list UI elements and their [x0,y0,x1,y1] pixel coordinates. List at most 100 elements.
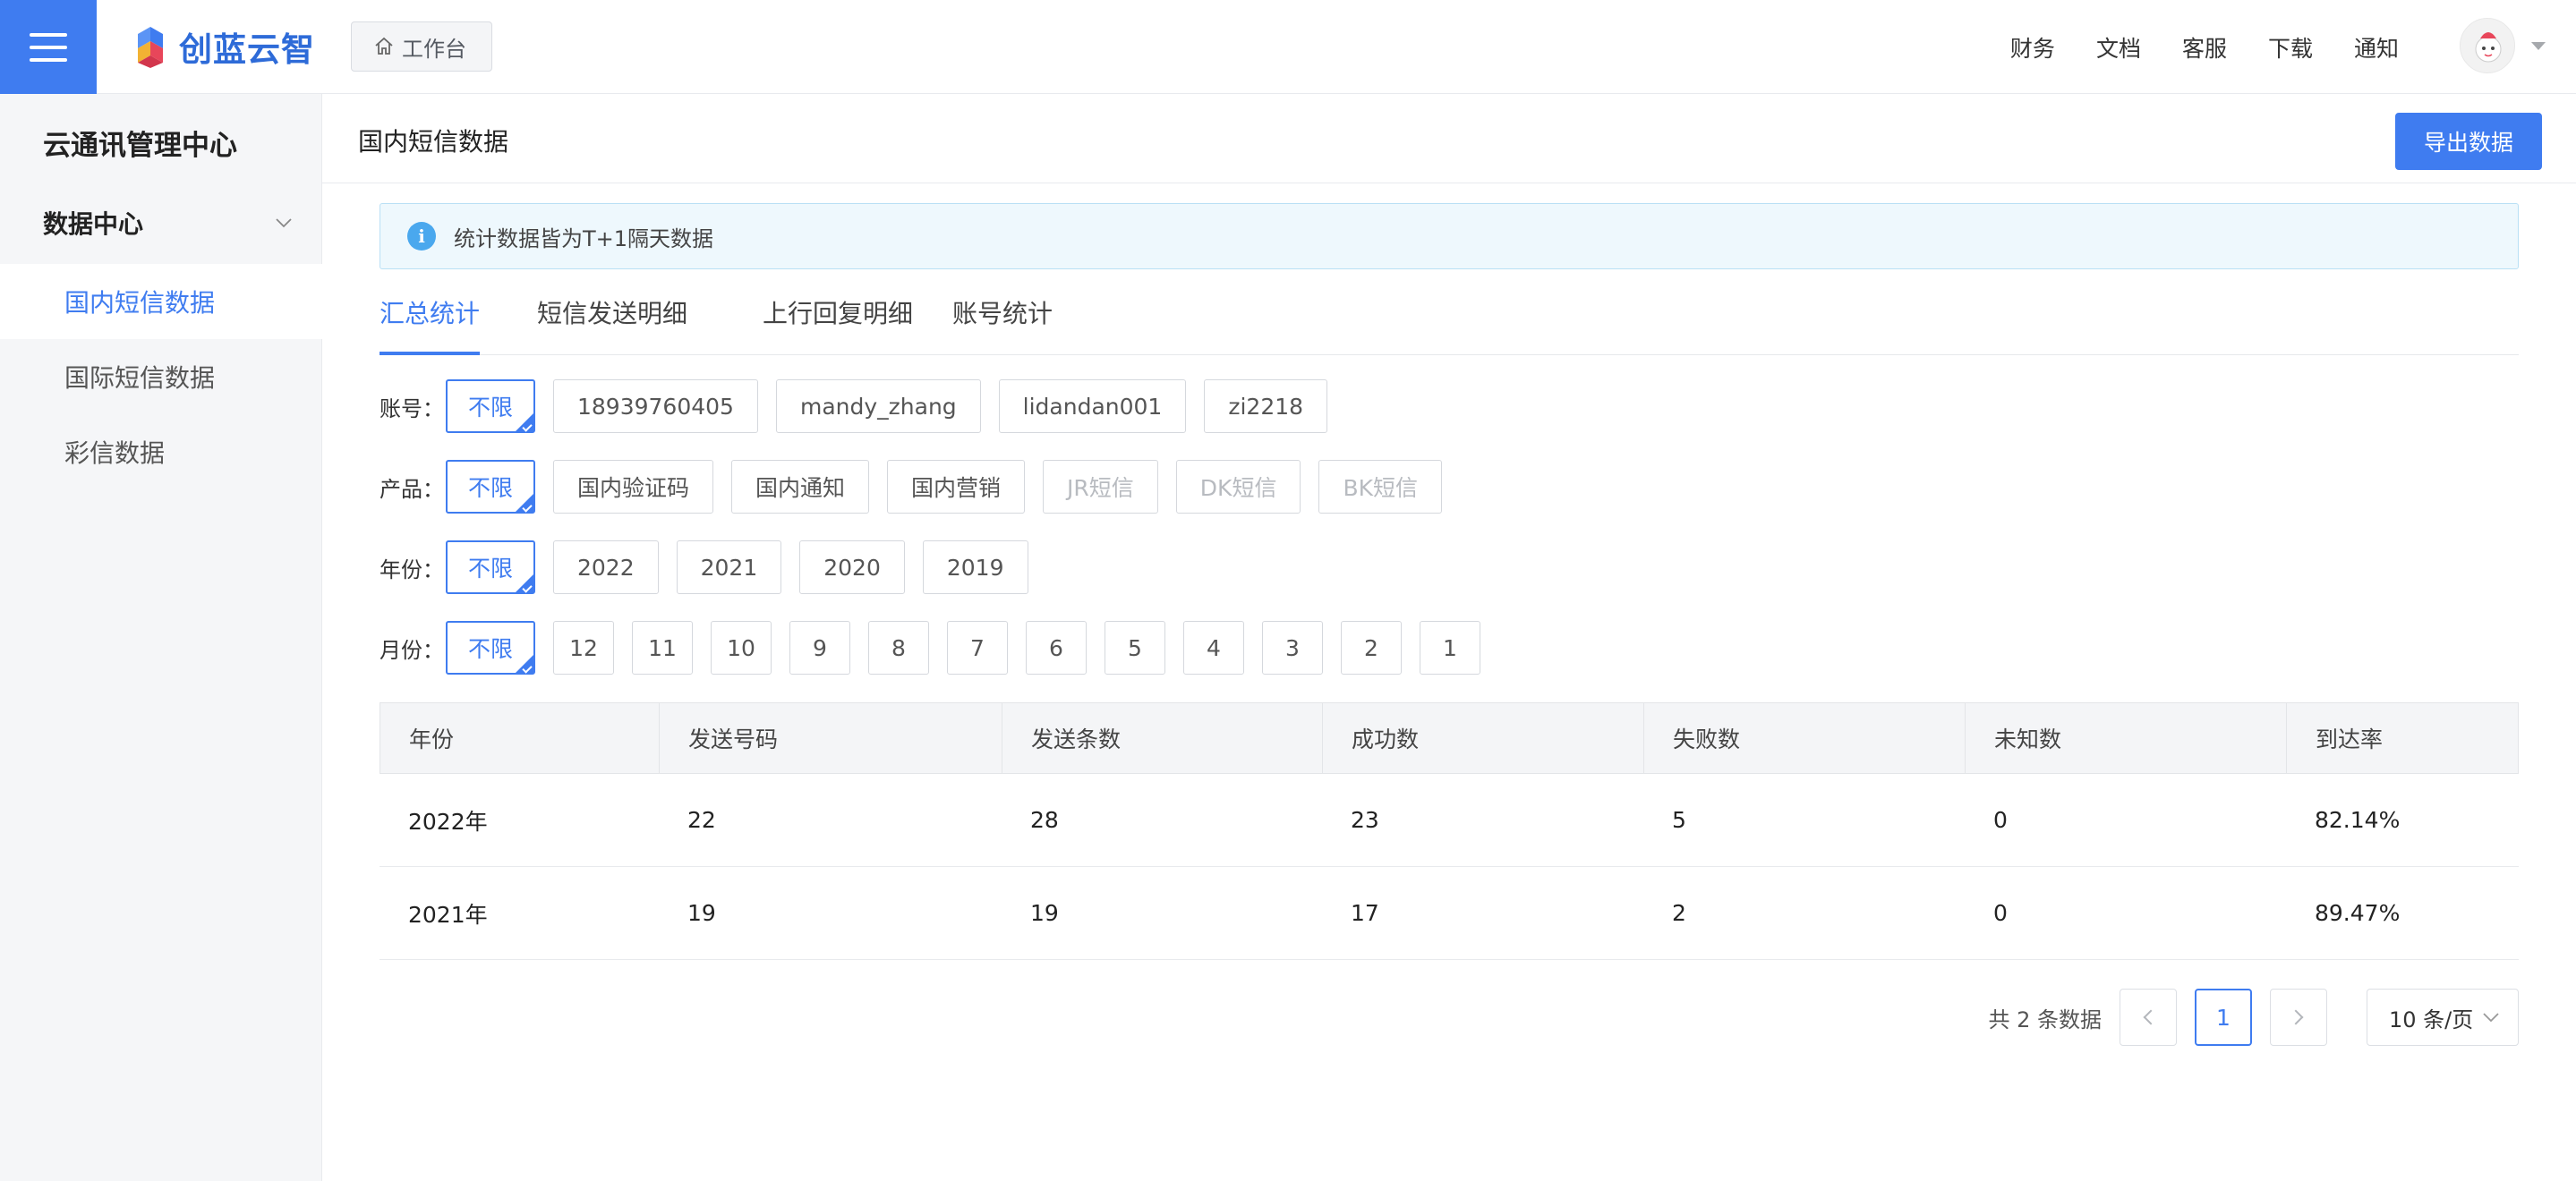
filter-option[interactable]: mandy_zhang [775,379,981,433]
table-cell: 2 [1672,900,1686,926]
table-cell: 23 [1351,807,1379,833]
nav-download-link[interactable]: 下载 [2268,31,2313,64]
table-cell: 5 [1672,807,1686,833]
main-content: i 统计数据皆为T+1隔天数据 汇总统计 短信发送明细 上行回复明细 账号统计 … [322,183,2576,1181]
column-header: 发送号码 [660,703,1002,773]
nav-notice-link[interactable]: 通知 [2354,31,2399,64]
filter-option[interactable]: 4 [1183,621,1244,675]
column-header: 未知数 [1966,703,2287,773]
table-cell: 19 [1030,900,1059,926]
column-header: 到达率 [2316,726,2384,752]
brand-logo[interactable]: 创蓝云智 [127,20,315,73]
filter-option[interactable]: 9 [789,621,850,675]
filter-option[interactable]: 5 [1105,621,1165,675]
filter-option-any[interactable]: 不限 [446,540,535,594]
filter-option[interactable]: 1 [1420,621,1480,675]
table-row: 2022年 22 28 23 5 0 82.14% [380,774,2519,867]
next-page-button[interactable] [2270,989,2327,1046]
table-cell: 0 [1993,807,2008,833]
sidebar: 云通讯管理中心 数据中心 国内短信数据 国际短信数据 彩信数据 [0,94,322,1181]
filter-option[interactable]: 3 [1262,621,1323,675]
filter-option[interactable]: 国内验证码 [553,460,714,514]
table-cell: 2021年 [408,901,488,928]
filter-account: 账号： 不限 18939760405 mandy_zhang lidandan0… [380,379,1345,433]
filter-option-any[interactable]: 不限 [446,379,535,433]
filter-option-any[interactable]: 不限 [446,460,535,514]
filter-option[interactable]: 2021 [676,540,782,594]
filter-label: 年份： [380,557,444,582]
top-header: 创蓝云智 工作台 财务 文档 客服 下载 通知 [0,0,2576,94]
menu-toggle-button[interactable] [0,0,97,94]
filter-option[interactable]: 2020 [799,540,905,594]
table-cell: 22 [687,807,716,833]
sidebar-item-domestic-sms[interactable]: 国内短信数据 [0,264,322,339]
sidebar-group-data-center[interactable]: 数据中心 [43,205,294,241]
filter-option[interactable]: 国内营销 [887,460,1026,514]
chevron-down-icon [276,218,292,228]
filter-option[interactable]: 7 [947,621,1008,675]
table-cell: 89.47% [2315,900,2401,926]
home-icon [375,37,393,55]
chevron-down-icon [2483,1013,2499,1023]
workbench-label: 工作台 [402,36,466,62]
filter-option[interactable]: 8 [868,621,929,675]
table-cell: 19 [687,900,716,926]
page-number-button[interactable]: 1 [2195,989,2252,1046]
sidebar-item-label: 国内短信数据 [64,288,216,318]
export-data-button[interactable]: 导出数据 [2394,113,2542,170]
filter-option-disabled: DK短信 [1175,460,1301,514]
logo-mark-icon [127,23,174,70]
table-cell: 28 [1030,807,1059,833]
filter-option[interactable]: 12 [553,621,614,675]
pagination: 共 2 条数据 1 10 条/页 [1988,989,2519,1046]
top-nav: 财务 文档 客服 下载 通知 [2010,0,2399,94]
chevron-right-icon [2288,1009,2304,1025]
sidebar-title: 云通讯管理中心 [43,130,237,162]
page-size-select[interactable]: 10 条/页 [2367,989,2519,1046]
summary-table: 年份 发送号码 发送条数 成功数 失败数 未知数 到达率 2022年 22 28… [380,702,2519,960]
filter-option[interactable]: 2022 [553,540,659,594]
filter-option[interactable]: 18939760405 [553,379,758,433]
column-header: 发送条数 [1002,703,1323,773]
user-menu[interactable] [2460,18,2546,73]
table-cell: 2022年 [408,808,488,835]
filter-option[interactable]: 10 [711,621,772,675]
sidebar-item-international-sms[interactable]: 国际短信数据 [0,339,322,414]
tab-account-stats[interactable]: 账号统计 [952,287,1053,355]
nav-finance-link[interactable]: 财务 [2010,31,2055,64]
filter-month: 月份： 不限 12 11 10 9 8 7 6 5 4 3 2 1 [380,621,1498,675]
table-cell: 82.14% [2315,807,2401,833]
filter-option[interactable]: 国内通知 [731,460,870,514]
hamburger-icon [30,32,67,62]
filter-option[interactable]: 2019 [922,540,1028,594]
chevron-down-icon[interactable] [2531,41,2546,50]
filter-option[interactable]: 2 [1341,621,1402,675]
info-notice: i 统计数据皆为T+1隔天数据 [380,203,2519,269]
sidebar-item-mms[interactable]: 彩信数据 [0,414,322,489]
avatar[interactable] [2460,18,2515,73]
tab-reply-details[interactable]: 上行回复明细 [763,287,913,355]
tab-summary[interactable]: 汇总统计 [380,287,480,355]
filter-label: 月份： [380,637,444,663]
filter-label: 产品： [380,476,444,502]
tab-sms-send-details[interactable]: 短信发送明细 [537,287,687,355]
sidebar-item-label: 国际短信数据 [64,363,216,393]
nav-support-link[interactable]: 客服 [2182,31,2227,64]
filter-option[interactable]: 11 [632,621,693,675]
table-cell: 0 [1993,900,2008,926]
filter-option-any[interactable]: 不限 [446,621,535,675]
table-row: 2021年 19 19 17 2 0 89.47% [380,867,2519,960]
filter-option-disabled: JR短信 [1043,460,1158,514]
workbench-button[interactable]: 工作台 [351,21,492,72]
notice-text: 统计数据皆为T+1隔天数据 [454,225,714,251]
nav-docs-link[interactable]: 文档 [2096,31,2141,64]
filter-option[interactable]: zi2218 [1204,379,1328,433]
filter-option[interactable]: 6 [1026,621,1087,675]
sidebar-item-label: 彩信数据 [64,438,166,468]
tab-bar: 汇总统计 短信发送明细 上行回复明细 账号统计 [380,287,2519,355]
page-header: 国内短信数据 导出数据 [322,94,2576,183]
pagination-total: 共 2 条数据 [1988,1007,2102,1032]
filter-option[interactable]: lidandan001 [998,379,1187,433]
sidebar-group-label: 数据中心 [43,209,144,239]
prev-page-button[interactable] [2120,989,2177,1046]
